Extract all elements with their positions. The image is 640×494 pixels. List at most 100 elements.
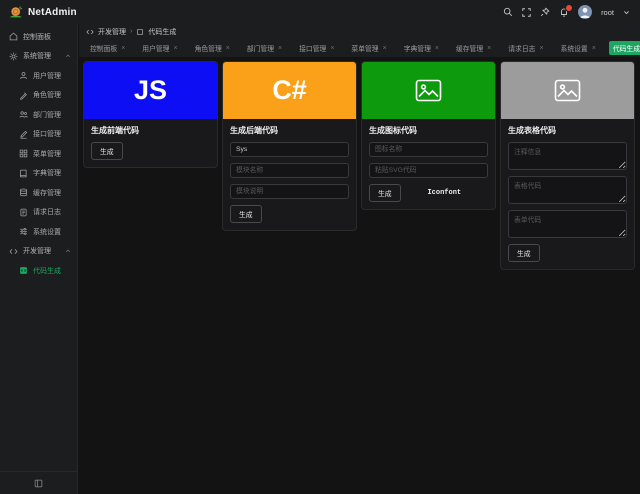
gear-icon xyxy=(9,52,18,61)
tab-api[interactable]: 接口管理 × xyxy=(295,41,338,55)
chevron-down-icon[interactable] xyxy=(623,9,630,16)
snail-logo-icon xyxy=(8,5,23,20)
sidebar-item-code-generation[interactable]: 代码生成 xyxy=(0,261,77,281)
card-title: 生成后端代码 xyxy=(230,126,278,135)
form-code-textarea[interactable] xyxy=(508,210,627,238)
tab-menus[interactable]: 菜单管理 × xyxy=(347,41,390,55)
sidebar-item-request-log[interactable]: 请求日志 xyxy=(0,203,77,223)
sidebar-item-label: 字典管理 xyxy=(33,170,61,178)
sidebar-item-api[interactable]: 接口管理 xyxy=(0,125,77,145)
breadcrumb: 开发管理 › 代码生成 xyxy=(79,24,640,39)
tab-code-generation[interactable]: 代码生成× xyxy=(608,41,640,55)
role-icon xyxy=(19,91,28,100)
tab-label: 请求日志 xyxy=(508,46,536,53)
icon-name-input[interactable] xyxy=(369,142,488,157)
tab-departments[interactable]: 部门管理 × xyxy=(243,41,286,55)
sidebar-group-system[interactable]: 系统管理 xyxy=(0,47,77,67)
sidebar-item-departments[interactable]: 部门管理 xyxy=(0,105,77,125)
card-banner-table xyxy=(501,62,634,119)
notification-badge xyxy=(565,4,574,12)
codegen-icon xyxy=(19,266,28,275)
app-logo[interactable]: NetAdmin xyxy=(8,5,77,20)
cache-icon xyxy=(19,188,28,197)
card-banner-icon xyxy=(362,62,495,119)
close-icon[interactable]: × xyxy=(278,45,282,52)
tab-cache[interactable]: 缓存管理 × xyxy=(452,41,495,55)
notifications-bell-icon[interactable] xyxy=(559,4,574,17)
fullscreen-icon[interactable] xyxy=(522,7,531,17)
tab-system-settings[interactable]: 系统设置 × xyxy=(557,41,600,55)
sidebar-item-label: 控制面板 xyxy=(23,33,51,41)
tab-roles[interactable]: 角色管理 × xyxy=(191,41,234,55)
card-banner-js: JS xyxy=(84,62,217,119)
breadcrumb-section[interactable]: 开发管理 xyxy=(98,27,126,37)
tab-dictionary[interactable]: 字典管理 × xyxy=(400,41,443,55)
sidebar-item-cache[interactable]: 缓存管理 xyxy=(0,183,77,203)
pin-icon[interactable] xyxy=(540,7,550,17)
tab-label: 缓存管理 xyxy=(455,46,484,53)
generate-table-button[interactable]: 生成 xyxy=(508,244,540,262)
close-icon[interactable]: × xyxy=(121,45,125,52)
api-icon xyxy=(19,130,28,139)
sidebar-item-label: 开发管理 xyxy=(23,248,51,256)
generate-frontend-button[interactable]: 生成 xyxy=(91,142,123,160)
close-icon[interactable]: × xyxy=(383,45,387,52)
sidebar-item-system-settings[interactable]: 系统设置 xyxy=(0,222,77,242)
menu-grid-icon xyxy=(19,149,28,158)
tab-label: 系统设置 xyxy=(560,46,588,53)
generate-backend-button[interactable]: 生成 xyxy=(230,205,262,223)
sidebar-group-development[interactable]: 开发管理 xyxy=(0,242,77,262)
iconfont-link[interactable]: Iconfont xyxy=(401,189,488,197)
sidebar-item-dictionary[interactable]: 字典管理 xyxy=(0,164,77,184)
module-description-input[interactable] xyxy=(230,184,349,199)
code-icon xyxy=(9,247,18,256)
sidebar-menu: 控制面板 系统管理 用户管理 角色管理 部门管理 接口管理 菜单管理 字典管理 … xyxy=(0,24,77,471)
sidebar-item-dashboard[interactable]: 控制面板 xyxy=(0,27,77,47)
tab-bar: 控制面板 × 用户管理 × 角色管理 × 部门管理 × 接口管理 × 菜单管理 × 字典管理… xyxy=(79,39,640,57)
image-icon xyxy=(415,79,442,102)
namespace-input[interactable] xyxy=(230,142,349,157)
tab-users[interactable]: 用户管理 × xyxy=(138,41,181,55)
card-backend-code: C# 生成后端代码 生成 xyxy=(222,61,357,231)
card-banner-csharp: C# xyxy=(223,62,356,119)
close-icon[interactable]: × xyxy=(592,45,596,52)
sidebar-item-label: 角色管理 xyxy=(33,92,61,100)
card-title: 生成图标代码 xyxy=(369,126,417,135)
generate-icon-button[interactable]: 生成 xyxy=(369,184,401,202)
module-name-input[interactable] xyxy=(230,163,349,178)
sidebar-item-users[interactable]: 用户管理 xyxy=(0,66,77,86)
close-icon[interactable]: × xyxy=(487,45,491,52)
avatar[interactable] xyxy=(578,5,593,19)
main-area: 开发管理 › 代码生成 控制面板 × 用户管理 × 角色管理 × 部门管理 × 接口管理… xyxy=(79,24,640,494)
card-frontend-code: JS 生成前端代码 生成 xyxy=(83,61,218,168)
dictionary-icon xyxy=(19,169,28,178)
department-icon xyxy=(19,110,28,119)
close-icon[interactable]: × xyxy=(226,45,230,52)
tab-label: 菜单管理 xyxy=(351,46,379,53)
close-icon[interactable]: × xyxy=(539,45,543,52)
close-icon[interactable]: × xyxy=(173,45,177,52)
tab-label: 接口管理 xyxy=(299,46,327,53)
tab-dashboard[interactable]: 控制面板 × xyxy=(86,41,129,55)
tab-label: 用户管理 xyxy=(142,46,170,53)
sidebar-item-label: 请求日志 xyxy=(33,209,61,217)
card-table-code: 生成表格代码 生成 xyxy=(500,61,635,270)
sidebar-footer xyxy=(0,471,77,494)
collapse-sidebar-icon[interactable] xyxy=(34,479,43,488)
tab-request-log[interactable]: 请求日志 × xyxy=(504,41,547,55)
topbar-actions: root xyxy=(503,4,630,19)
sidebar-item-roles[interactable]: 角色管理 xyxy=(0,86,77,106)
close-icon[interactable]: × xyxy=(330,45,334,52)
search-icon[interactable] xyxy=(503,7,513,17)
sidebar-item-menus[interactable]: 菜单管理 xyxy=(0,144,77,164)
image-icon xyxy=(554,79,581,102)
settings-icon xyxy=(19,227,28,236)
tab-label: 字典管理 xyxy=(403,46,431,53)
app-title: NetAdmin xyxy=(28,6,77,18)
sidebar-item-label: 系统设置 xyxy=(33,228,61,236)
svg-code-input[interactable] xyxy=(369,163,488,178)
close-icon[interactable]: × xyxy=(435,45,439,52)
username[interactable]: root xyxy=(601,8,614,17)
table-code-textarea[interactable] xyxy=(508,176,627,204)
comment-info-textarea[interactable] xyxy=(508,142,627,170)
